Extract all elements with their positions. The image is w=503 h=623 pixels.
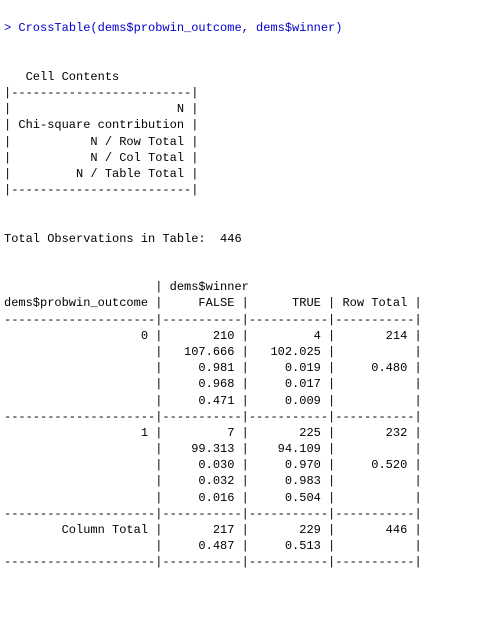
console-output: Cell Contents |-------------------------… (4, 54, 429, 570)
console-command: CrossTable(dems$probwin_outcome, dems$wi… (18, 21, 342, 35)
console-prompt: > (4, 21, 11, 35)
